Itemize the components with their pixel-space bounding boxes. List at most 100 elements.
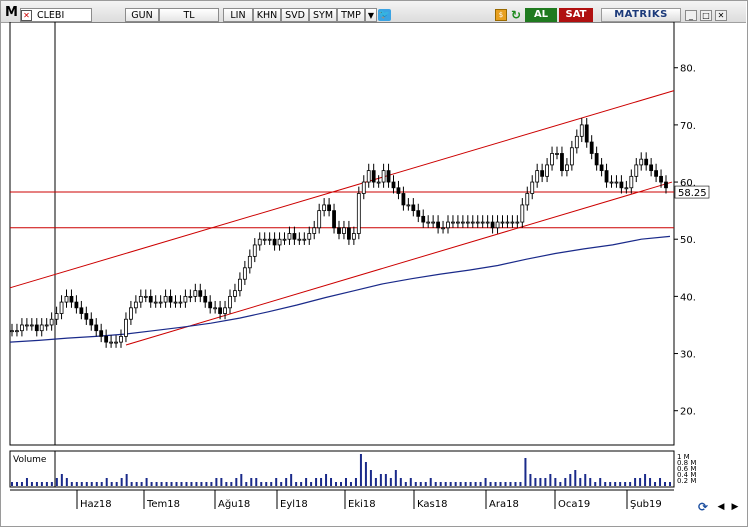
- volume-bar: [15, 482, 18, 486]
- dropdown-arrow-icon[interactable]: ▼: [365, 8, 377, 22]
- candle-body: [356, 193, 361, 234]
- candle-body: [351, 233, 356, 240]
- scroll-right-icon[interactable]: ▶: [728, 500, 742, 514]
- price-axis-label: 80.: [680, 64, 696, 75]
- volume-bar: [130, 482, 133, 486]
- buy-button[interactable]: AL: [525, 8, 557, 22]
- candle-body: [223, 307, 227, 314]
- period-button[interactable]: GUN: [125, 8, 159, 22]
- minimize-icon[interactable]: _: [685, 10, 697, 21]
- price-axis-label: 50.: [680, 235, 696, 246]
- candle-body: [654, 170, 658, 177]
- volume-bar: [509, 482, 512, 486]
- volume-bar: [100, 482, 103, 486]
- x-axis-label: Eki18: [348, 499, 376, 510]
- refresh-icon[interactable]: ↻: [510, 9, 522, 21]
- volume-bar: [349, 482, 352, 486]
- candle-body: [10, 330, 14, 333]
- svd-button[interactable]: SVD: [281, 8, 309, 22]
- candle-body: [287, 233, 292, 240]
- price-chart[interactable]: 80.70.60.50.40.30.20.58.251 M0.8 M0.6 M0…: [8, 22, 738, 517]
- volume-bar: [60, 474, 63, 486]
- candle-body: [361, 181, 366, 194]
- candle-body: [480, 221, 485, 224]
- volume-bar: [235, 478, 238, 486]
- volume-bar: [270, 482, 273, 486]
- candle-body: [198, 290, 203, 297]
- volume-bar: [609, 482, 612, 486]
- candle-body: [431, 221, 436, 224]
- symbol-clear-icon[interactable]: ✕: [21, 10, 32, 21]
- volume-bar: [634, 478, 637, 486]
- maximize-icon[interactable]: □: [700, 10, 712, 21]
- candle-body: [84, 313, 89, 320]
- candle-body: [490, 221, 495, 229]
- candle-body: [470, 221, 475, 224]
- candle-body: [634, 164, 639, 177]
- volume-bar: [215, 478, 218, 486]
- volume-bar: [320, 478, 323, 486]
- brand-label: MATRIKS: [601, 8, 681, 22]
- template-button[interactable]: TMP: [337, 8, 365, 22]
- candle-body: [381, 170, 386, 183]
- candle-body: [203, 295, 208, 303]
- candle-body: [540, 170, 545, 177]
- candle-body: [79, 307, 84, 314]
- candle-body: [138, 295, 143, 303]
- twitter-icon[interactable]: 🐦: [378, 9, 391, 21]
- candle-body: [193, 290, 198, 297]
- candle-body: [233, 290, 237, 297]
- volume-bar: [569, 474, 572, 486]
- volume-bar: [55, 478, 58, 486]
- volume-bar: [409, 478, 412, 486]
- candle-body: [376, 181, 381, 184]
- candle-body: [550, 153, 554, 166]
- volume-bar: [619, 482, 622, 486]
- candle-body: [416, 210, 421, 217]
- volume-bar: [579, 478, 582, 486]
- sync-icon[interactable]: ⟳: [696, 500, 710, 514]
- volume-bar: [40, 482, 43, 486]
- x-axis-label: Haz18: [80, 499, 112, 510]
- matriks-logo-icon: M: [5, 5, 18, 20]
- symbol-value: CLEBI: [37, 10, 65, 21]
- volume-bar: [310, 482, 313, 486]
- close-icon[interactable]: ✕: [715, 10, 727, 21]
- candle-body: [366, 170, 371, 183]
- volume-bar: [629, 482, 632, 486]
- volume-bar: [464, 482, 467, 486]
- candle-body: [178, 301, 183, 304]
- volume-bar: [240, 474, 243, 486]
- linear-scale-button[interactable]: LIN: [223, 8, 253, 22]
- candle-body: [89, 318, 94, 326]
- x-axis-label: Tem18: [146, 499, 180, 510]
- volume-bar: [644, 474, 647, 486]
- candle-body: [426, 221, 431, 224]
- candle-body: [208, 301, 213, 309]
- volume-bar: [529, 474, 532, 486]
- volume-bar: [30, 482, 33, 486]
- volume-bar: [200, 482, 203, 486]
- candle-body: [639, 158, 644, 166]
- candle-body: [109, 341, 113, 344]
- currency-button[interactable]: TL: [159, 8, 219, 22]
- symbol-button[interactable]: SYM: [309, 8, 337, 22]
- sell-button[interactable]: SAT: [559, 8, 593, 22]
- khn-button[interactable]: KHN: [253, 8, 281, 22]
- volume-bar: [220, 478, 223, 486]
- candle-body: [515, 221, 520, 224]
- volume-bar: [614, 482, 617, 486]
- price-plot-area: [9, 22, 675, 446]
- candle-body: [49, 318, 54, 326]
- alarm-icon[interactable]: $: [495, 9, 507, 21]
- volume-bar: [290, 474, 293, 486]
- candle-body: [520, 204, 525, 223]
- candle-body: [74, 301, 79, 309]
- candle-body: [584, 124, 589, 143]
- volume-bar: [285, 478, 288, 486]
- chart-panel: 80. 70. 60. 50. 40. 30. 20. 58.25 1 M 0.8 M 0.6 M0…: [8, 22, 738, 517]
- volume-bar: [399, 478, 402, 486]
- candle-body: [163, 295, 168, 303]
- candle-body: [312, 227, 317, 234]
- scroll-left-icon[interactable]: ◀: [714, 500, 728, 514]
